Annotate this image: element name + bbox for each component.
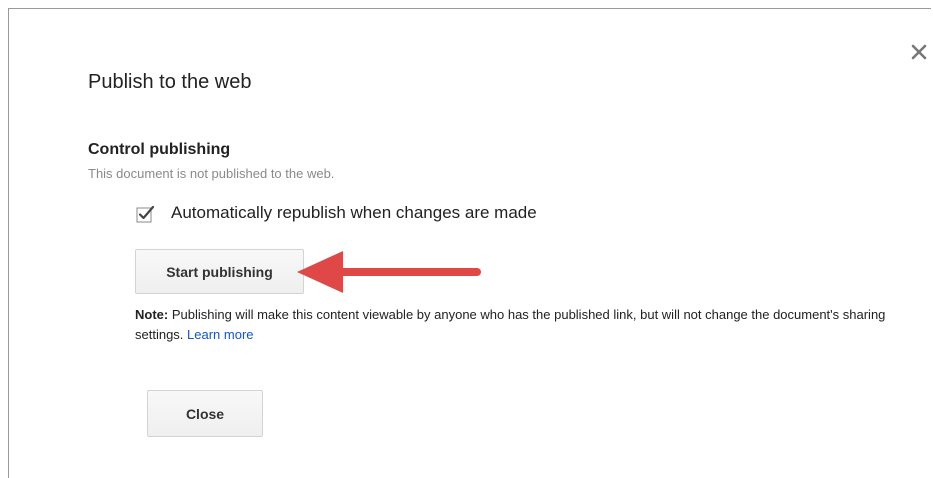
- dialog-title: Publish to the web: [88, 71, 252, 93]
- start-publishing-button[interactable]: Start publishing: [135, 249, 304, 294]
- checkmark-icon[interactable]: [136, 204, 155, 223]
- red-arrow-annotation: [297, 251, 481, 293]
- publishing-note: Note: Publishing will make this content …: [135, 305, 895, 345]
- close-icon[interactable]: [908, 41, 930, 63]
- learn-more-link[interactable]: Learn more: [187, 327, 253, 342]
- auto-republish-label: Automatically republish when changes are…: [171, 203, 537, 222]
- note-prefix: Note:: [135, 307, 169, 322]
- publish-status-text: This document is not published to the we…: [88, 166, 335, 181]
- publish-dialog: Publish to the web Control publishing Th…: [8, 8, 931, 478]
- section-heading: Control publishing: [88, 141, 231, 158]
- auto-republish-option[interactable]: Automatically republish when changes are…: [136, 201, 537, 225]
- close-button[interactable]: Close: [147, 390, 263, 437]
